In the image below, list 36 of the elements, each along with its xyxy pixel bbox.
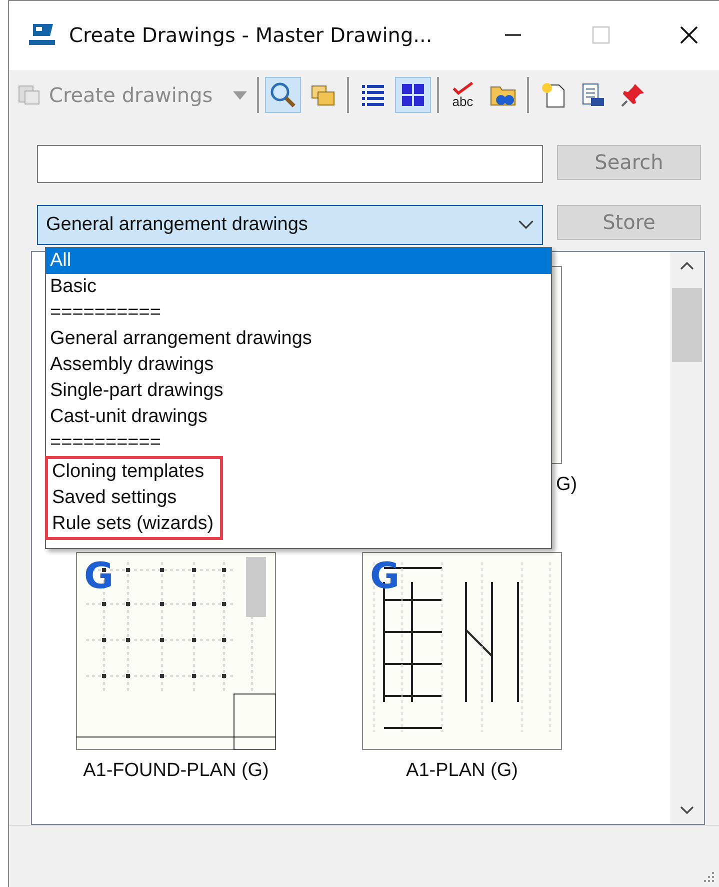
dropdown-option[interactable]: All — [46, 248, 551, 274]
dropdown-option[interactable]: Single-part drawings — [46, 378, 551, 404]
scroll-up-icon — [680, 262, 694, 270]
dropdown-option[interactable]: Cast-unit drawings — [46, 404, 551, 430]
drawing-name[interactable]: G) — [556, 474, 578, 496]
dropdown-option[interactable]: Rule sets (wizards) — [48, 510, 214, 537]
drawing-letter: G — [84, 556, 114, 597]
close-icon[interactable] — [679, 25, 699, 46]
dropdown-option[interactable]: General arrangement drawings — [46, 326, 551, 352]
dropdown-option[interactable]: ========== — [46, 430, 551, 456]
dropdown-option[interactable]: Cloning templates — [48, 458, 214, 485]
caret-icon — [232, 90, 247, 100]
drawing-name[interactable]: A1-PLAN (G) — [406, 760, 518, 782]
vertical-scrollbar[interactable] — [670, 252, 704, 824]
search-icon — [268, 81, 297, 110]
drawing-thumbnail[interactable] — [76, 552, 276, 750]
drawings-icon — [17, 83, 41, 108]
drawing-letter: G — [370, 556, 400, 597]
window-title: Create Drawings - Master Drawing... — [69, 23, 432, 48]
resize-grip-icon[interactable] — [703, 871, 715, 883]
scrollbar-thumb[interactable] — [672, 288, 702, 362]
scroll-down-icon — [680, 806, 694, 814]
thumbs-button[interactable] — [394, 77, 431, 114]
dropdown-option[interactable]: ========== — [46, 300, 551, 326]
drawing-thumbnail[interactable] — [362, 552, 562, 750]
search-button[interactable] — [264, 77, 301, 114]
filter-dropdown[interactable]: General arrangement drawings — [37, 204, 543, 245]
pin-icon — [618, 81, 647, 110]
spell-check-label: abc — [452, 95, 474, 108]
dropdown-option[interactable]: Basic — [46, 274, 551, 300]
spell-button[interactable]: abc — [444, 77, 481, 114]
dropdown-option[interactable]: Assembly drawings — [46, 352, 551, 378]
chevron-down-icon — [518, 220, 534, 230]
drawing-name[interactable]: A1-FOUND-PLAN (G) — [83, 760, 269, 782]
dropdown-option[interactable]: Saved settings — [48, 484, 214, 511]
search-field[interactable] — [37, 144, 543, 183]
